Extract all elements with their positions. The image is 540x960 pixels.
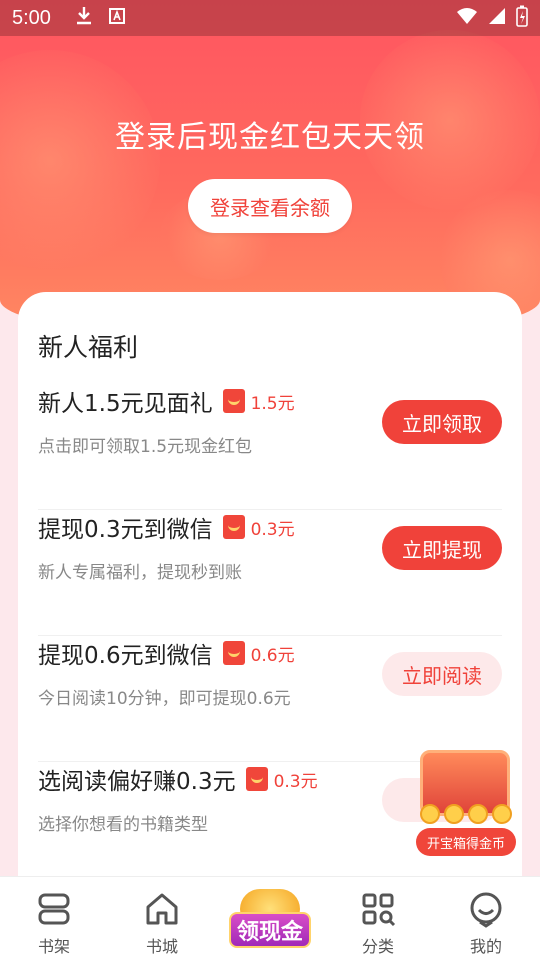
money-coins-icon: 领现金 bbox=[222, 885, 318, 949]
gold-coins-icon bbox=[418, 804, 514, 826]
task-desc: 选择你想看的书籍类型 bbox=[38, 815, 208, 835]
status-right-group bbox=[456, 5, 528, 32]
task-desc: 点击即可领取1.5元现金红包 bbox=[38, 437, 253, 457]
task-title: 选阅读偏好赚0.3元 bbox=[38, 769, 236, 795]
red-envelope-icon bbox=[245, 767, 268, 791]
status-time: 5:00 bbox=[12, 6, 51, 29]
task-title: 新人1.5元见面礼 bbox=[38, 391, 213, 417]
login-view-balance-button[interactable]: 登录查看余额 bbox=[188, 179, 352, 233]
home-icon bbox=[142, 889, 182, 929]
tab-label: 我的 bbox=[469, 937, 502, 956]
read-now-button[interactable]: 立即阅读 bbox=[382, 652, 502, 696]
card-title: 新人福利 bbox=[38, 333, 139, 362]
red-envelope-icon bbox=[222, 389, 245, 413]
app-notification-icon bbox=[108, 7, 125, 29]
task-title-row: 提现0.6元到微信 0.6元 bbox=[38, 636, 295, 670]
signal-icon bbox=[488, 7, 506, 30]
wifi-icon bbox=[456, 7, 478, 30]
treasure-chest-widget[interactable]: 开宝箱得金币 bbox=[396, 744, 526, 860]
task-reward: 0.6元 bbox=[250, 645, 295, 666]
hero-title: 登录后现金红包天天领 bbox=[115, 120, 425, 155]
tab-label: 分类 bbox=[361, 937, 394, 956]
profile-icon bbox=[466, 889, 506, 929]
claim-now-button[interactable]: 立即领取 bbox=[382, 400, 502, 444]
task-reward: 0.3元 bbox=[273, 771, 318, 792]
task-reward: 0.3元 bbox=[250, 519, 295, 540]
withdraw-now-button[interactable]: 立即提现 bbox=[382, 526, 502, 570]
tab-label: 书城 bbox=[145, 937, 178, 956]
task-item-welcome-gift: 新人1.5元见面礼 1.5元 点击即可领取1.5元现金红包 立即领取 bbox=[38, 384, 502, 510]
red-envelope-icon bbox=[222, 515, 245, 539]
task-title: 提现0.6元到微信 bbox=[38, 643, 213, 669]
task-title: 提现0.3元到微信 bbox=[38, 517, 213, 543]
hero-banner bbox=[0, 0, 540, 340]
bottom-tab-bar: 书架 书城 领现金 分类 我的 bbox=[0, 876, 540, 960]
decor-bubble bbox=[0, 50, 160, 270]
tab-claim-cash[interactable]: 领现金 bbox=[216, 877, 324, 960]
tab-label: 领现金 bbox=[228, 912, 311, 948]
battery-icon bbox=[516, 5, 528, 32]
task-title-row: 提现0.3元到微信 0.3元 bbox=[38, 510, 295, 544]
category-grid-icon bbox=[358, 889, 398, 929]
task-reward: 1.5元 bbox=[250, 393, 295, 414]
task-title-row: 新人1.5元见面礼 1.5元 bbox=[38, 384, 295, 418]
tab-bookshelf[interactable]: 书架 bbox=[0, 877, 108, 960]
task-item-withdraw-03: 提现0.3元到微信 0.3元 新人专属福利，提现秒到账 立即提现 bbox=[38, 510, 502, 636]
download-icon bbox=[75, 6, 93, 31]
bookshelf-icon bbox=[34, 889, 74, 929]
tab-mine[interactable]: 我的 bbox=[432, 877, 540, 960]
status-bar: 5:00 bbox=[0, 0, 540, 36]
tab-category[interactable]: 分类 bbox=[324, 877, 432, 960]
tab-bookstore[interactable]: 书城 bbox=[108, 877, 216, 960]
task-desc: 新人专属福利，提现秒到账 bbox=[38, 563, 242, 583]
tab-label: 书架 bbox=[37, 937, 70, 956]
task-title-row: 选阅读偏好赚0.3元 0.3元 bbox=[38, 762, 318, 796]
task-desc: 今日阅读10分钟，即可提现0.6元 bbox=[38, 689, 291, 709]
red-envelope-icon bbox=[222, 641, 245, 665]
treasure-chest-label: 开宝箱得金币 bbox=[416, 828, 516, 856]
